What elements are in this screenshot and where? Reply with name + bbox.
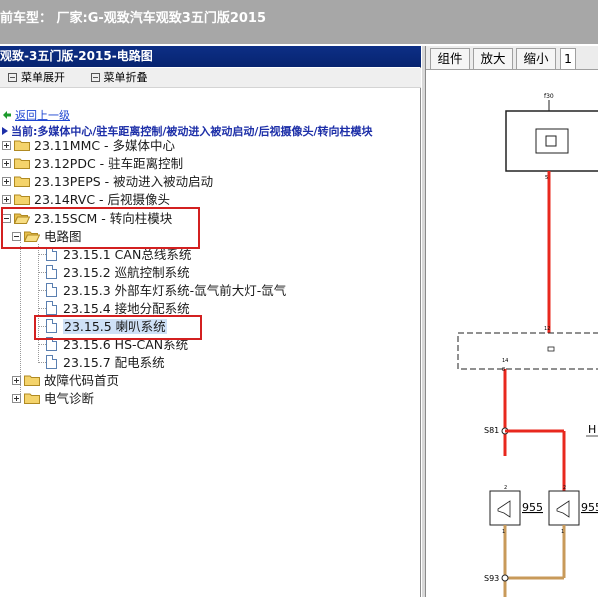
scm-module xyxy=(457,332,598,370)
tab-zoom-out[interactable]: 缩小 xyxy=(516,48,556,69)
document-icon xyxy=(46,355,57,369)
label-horn-1: 955 xyxy=(522,501,543,514)
fuse-symbol xyxy=(535,128,569,154)
label-s81: S81 xyxy=(484,426,499,435)
tree-item-pdc[interactable]: 23.12PDC - 驻车距离控制 xyxy=(2,155,183,173)
document-icon xyxy=(46,283,57,297)
expand-toggle[interactable] xyxy=(12,394,21,403)
document-icon xyxy=(46,247,57,261)
tree-item-power-distribution[interactable]: 23.15.7 配电系统 xyxy=(46,354,165,372)
window-title-bar: 前车型： 厂家:G-观致汽车观致3五门版2015 xyxy=(0,0,598,44)
expand-toggle[interactable] xyxy=(2,141,11,150)
splice-s93 xyxy=(501,574,509,582)
circuit-diagram[interactable]: f30 5 12 14 8 S81 H 955 2 955 2 1 1 xyxy=(426,71,598,597)
right-panel: 组件 放大 缩小 1 f30 5 12 14 8 S81 H 955 2 95 … xyxy=(426,46,598,597)
pin-label-2b: 2 xyxy=(563,485,566,491)
label-h: H xyxy=(588,423,596,436)
document-icon xyxy=(46,301,57,315)
expand-toggle[interactable] xyxy=(2,177,11,186)
tree-item-peps[interactable]: 23.13PEPS - 被动进入被动启动 xyxy=(2,173,213,191)
pin-label-mid: 12 xyxy=(544,326,550,332)
tree-item-exterior-lights[interactable]: 23.15.3 外部车灯系统-氙气前大灯-氙气 xyxy=(46,282,286,300)
tab-components[interactable]: 组件 xyxy=(430,48,470,69)
back-arrow-icon xyxy=(3,111,11,119)
tab-page-1[interactable]: 1 xyxy=(560,48,576,69)
folder-icon xyxy=(14,194,30,205)
folder-icon xyxy=(14,176,30,187)
pin-label-1a: 1 xyxy=(502,529,505,535)
expand-toggle[interactable] xyxy=(2,195,11,204)
internal-switch xyxy=(547,346,555,352)
pin-label-14: 14 xyxy=(502,358,508,364)
left-panel-header: 观致-3五门版-2015-电路图 xyxy=(0,46,421,67)
current-arrow-icon xyxy=(2,127,8,135)
highlight-box-scm xyxy=(1,207,200,249)
expand-menu-button[interactable]: 菜单展开 xyxy=(0,68,65,88)
expand-icon xyxy=(8,73,17,82)
folder-icon xyxy=(14,158,30,169)
window-title: 前车型： 厂家:G-观致汽车观致3五门版2015 xyxy=(0,11,267,26)
collapse-menu-button[interactable]: 菜单折叠 xyxy=(83,68,148,88)
fuse-box-module xyxy=(505,110,598,172)
horn-2-symbol xyxy=(556,500,570,518)
tab-zoom-in[interactable]: 放大 xyxy=(473,48,513,69)
horn-1 xyxy=(489,490,521,526)
pin-label-2a: 2 xyxy=(504,485,507,491)
expand-toggle[interactable] xyxy=(12,376,21,385)
folder-icon xyxy=(14,140,30,151)
horn-2 xyxy=(548,490,580,526)
tree-item-dtc-home[interactable]: 故障代码首页 xyxy=(12,372,119,390)
tree-item-electrical-diagnosis[interactable]: 电气诊断 xyxy=(12,390,94,408)
label-f30: f30 xyxy=(544,93,554,100)
diagram-tabs: 组件 放大 缩小 1 xyxy=(426,46,598,70)
label-s93: S93 xyxy=(484,574,499,583)
pin-label-top: 5 xyxy=(545,175,548,181)
folder-icon xyxy=(24,393,40,404)
horn-1-symbol xyxy=(497,500,511,518)
collapse-icon xyxy=(90,73,100,82)
fuse-element xyxy=(545,135,557,147)
label-horn-2: 955 xyxy=(581,501,598,514)
pin-label-8: 8 xyxy=(502,367,505,373)
back-link[interactable]: 返回上一级 xyxy=(2,107,70,123)
pin-label-1b: 1 xyxy=(561,529,564,535)
folder-icon xyxy=(24,375,40,386)
tree-item-cruise-control[interactable]: 23.15.2 巡航控制系统 xyxy=(46,264,190,282)
left-toolbar: 菜单展开 菜单折叠 xyxy=(0,68,421,88)
tree-item-mmc[interactable]: 23.11MMC - 多媒体中心 xyxy=(2,137,175,155)
highlight-box-horn xyxy=(34,315,202,340)
document-icon xyxy=(46,265,57,279)
expand-toggle[interactable] xyxy=(2,159,11,168)
